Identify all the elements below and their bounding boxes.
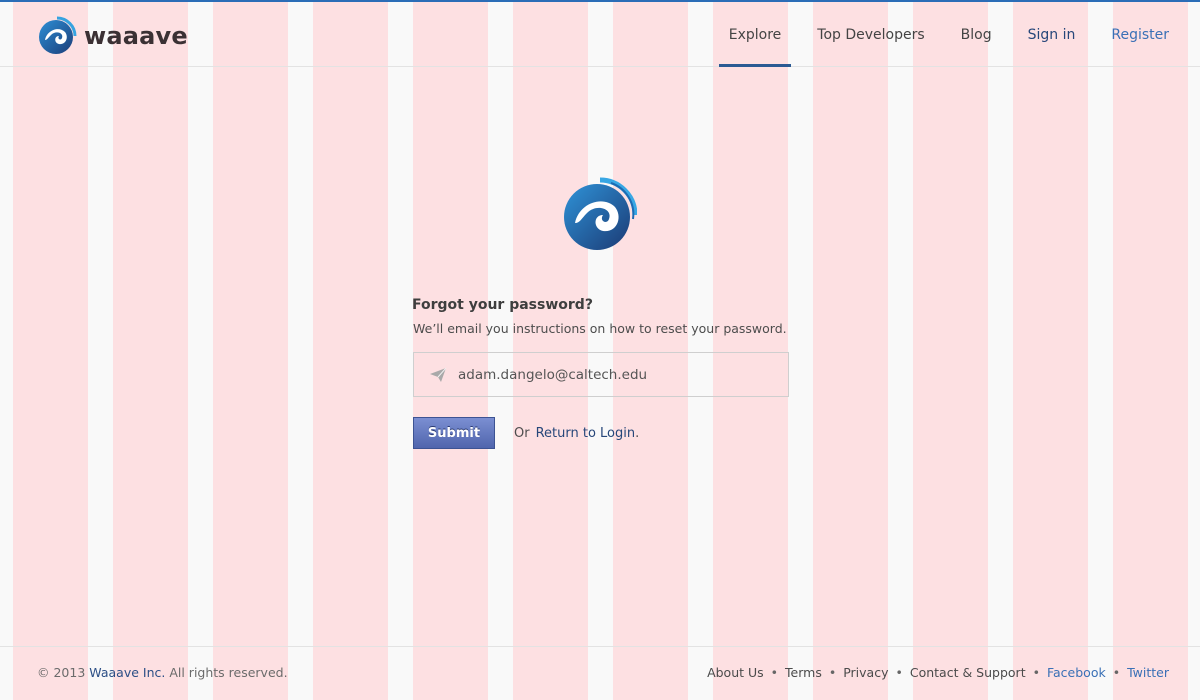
form-actions: Submit Or Return to Login . [413, 417, 792, 449]
nav-register[interactable]: Register [1101, 2, 1169, 66]
footer-separator: • [895, 665, 903, 680]
nav-sign-in[interactable]: Sign in [1018, 2, 1086, 66]
brand-home-link[interactable]: waaave [37, 16, 188, 56]
footer-links: About Us • Terms • Privacy • Contact & S… [707, 665, 1169, 680]
nav-explore[interactable]: Explore [718, 2, 792, 67]
footer-link-facebook[interactable]: Facebook [1047, 665, 1106, 680]
brand-name: waaave [84, 22, 188, 50]
company-link[interactable]: Waaave Inc. [89, 665, 165, 680]
reset-password-form: Forgot your password? We’ll email you in… [412, 297, 792, 449]
email-input[interactable] [458, 353, 778, 396]
submit-button[interactable]: Submit [413, 417, 495, 449]
top-navbar: waaave Explore Top Developers Blog Sign … [0, 2, 1200, 67]
footer-separator: • [828, 665, 837, 680]
email-field-wrapper [413, 352, 789, 397]
or-text: Or [514, 425, 530, 441]
footer: © 2013 Waaave Inc. All rights reserved. … [0, 646, 1200, 700]
grid-column [913, 0, 988, 700]
return-to-login-link[interactable]: Return to Login [536, 426, 636, 441]
grid-column [113, 0, 188, 700]
footer-separator: • [1112, 665, 1121, 680]
form-subtitle: We’ll email you instructions on how to r… [413, 321, 787, 336]
nav-top-developers[interactable]: Top Developers [807, 2, 934, 66]
copyright: © 2013 Waaave Inc. All rights reserved. [37, 665, 288, 680]
wave-logo-icon [39, 16, 77, 54]
top-accent-line [0, 0, 1200, 2]
footer-link-twitter[interactable]: Twitter [1127, 665, 1169, 680]
footer-link-terms[interactable]: Terms [785, 665, 822, 680]
grid-column [213, 0, 288, 700]
grid-column [313, 0, 388, 700]
return-suffix: . [635, 425, 640, 441]
paper-plane-icon [430, 368, 446, 382]
grid-column [13, 0, 88, 700]
footer-separator: • [1032, 665, 1040, 680]
wave-logo-icon [564, 177, 637, 250]
footer-link-about-us[interactable]: About Us [707, 665, 764, 680]
nav-blog[interactable]: Blog [951, 2, 1002, 66]
main-nav: Explore Top Developers Blog Sign in Regi… [703, 2, 1169, 67]
grid-column [1013, 0, 1088, 700]
rights-text: All rights reserved. [169, 665, 288, 680]
footer-separator: • [770, 665, 779, 680]
grid-column [813, 0, 888, 700]
footer-link-contact-support[interactable]: Contact & Support [910, 665, 1026, 680]
grid-column [1113, 0, 1188, 700]
footer-link-privacy[interactable]: Privacy [843, 665, 888, 680]
copyright-prefix: © 2013 [37, 665, 86, 680]
form-title: Forgot your password? [412, 297, 593, 313]
